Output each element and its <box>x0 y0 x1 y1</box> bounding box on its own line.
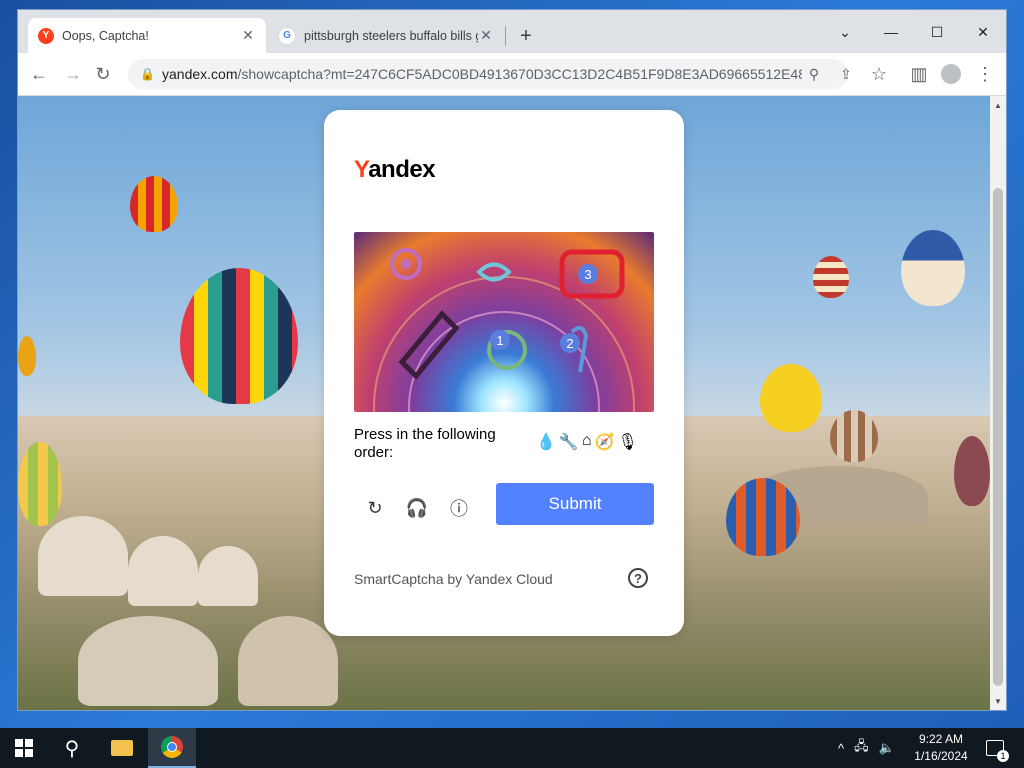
bookmark-star-icon[interactable]: ☆ <box>866 61 892 87</box>
captcha-marker-3: 3 <box>578 264 598 284</box>
clock[interactable]: 9:22 AM 1/16/2024 <box>906 731 976 765</box>
notification-count: 1 <box>997 750 1009 762</box>
windows-icon <box>15 739 33 757</box>
help-icon[interactable]: ? <box>628 568 648 588</box>
search-icon[interactable]: ⚲ <box>48 728 96 768</box>
balloon-image <box>954 436 990 506</box>
submit-button[interactable]: Submit <box>496 483 654 525</box>
new-tab-button[interactable]: + <box>514 24 538 48</box>
tab-separator <box>505 26 506 46</box>
minimize-button[interactable]: — <box>868 18 914 46</box>
scroll-down-icon[interactable]: ▼ <box>990 694 1006 708</box>
start-button[interactable] <box>0 728 48 768</box>
balloon-image <box>726 478 800 556</box>
ruler-shape-icon[interactable] <box>398 310 460 380</box>
refresh-icon[interactable]: ↻ <box>361 494 389 522</box>
footer-text: SmartCaptcha by Yandex Cloud <box>354 571 553 587</box>
chrome-taskbar-icon[interactable] <box>148 728 196 768</box>
address-bar[interactable]: 🔒 yandex.com/showcaptcha?mt=247C6CF5ADC0… <box>128 59 852 89</box>
wrench-icon: 🔧 <box>558 434 579 451</box>
page-background: Yandex 1 2 3 Press in the following orde… <box>18 96 990 710</box>
menu-icon[interactable]: ⋮ <box>972 61 998 87</box>
scroll-up-icon[interactable]: ▲ <box>990 98 1006 112</box>
captcha-card: Yandex 1 2 3 Press in the following orde… <box>324 110 684 636</box>
svg-text:1: 1 <box>496 333 503 348</box>
balloon-image <box>18 442 62 526</box>
eye-shape-icon[interactable] <box>390 248 422 280</box>
svg-text:2: 2 <box>566 336 573 351</box>
side-panel-icon[interactable]: ▥ <box>906 61 932 87</box>
captcha-marker-1: 1 <box>490 330 510 350</box>
balloon-image <box>180 268 298 404</box>
tab-title: Oops, Captcha! <box>62 28 149 43</box>
svg-text:3: 3 <box>584 267 591 282</box>
notification-icon[interactable]: 1 <box>980 728 1010 768</box>
yandex-logo: Yandex <box>354 156 436 183</box>
captcha-image[interactable]: 1 2 3 <box>354 232 654 412</box>
maximize-button[interactable]: ☐ <box>914 18 960 46</box>
instruction-text: Press in the following order: <box>354 426 496 461</box>
balloon-image <box>901 230 965 306</box>
network-icon[interactable]: 🖧 <box>854 737 869 759</box>
tab-search-icon[interactable]: ⌄ <box>822 18 868 46</box>
balloon-image <box>18 336 36 376</box>
audio-headphones-icon[interactable]: 🎧 <box>403 494 431 522</box>
balloon-image <box>830 410 878 462</box>
search-icon[interactable]: ⚲ <box>802 62 826 86</box>
url-text[interactable]: yandex.com/showcaptcha?mt=247C6CF5ADC0BD… <box>162 66 802 82</box>
file-explorer-icon[interactable] <box>98 728 146 768</box>
tab-google-search[interactable]: G pittsburgh steelers buffalo bills g ✕ <box>268 18 504 53</box>
chevron-up-icon[interactable]: ^ <box>838 741 844 756</box>
volume-icon[interactable]: 🔈 <box>879 740 895 756</box>
info-icon[interactable]: ⓘ <box>445 494 473 522</box>
tray-icons: ^ 🖧 🔈 <box>838 728 895 768</box>
close-tab-icon[interactable]: ✕ <box>478 27 494 44</box>
compass-icon: 🧭 <box>594 434 615 451</box>
order-icons: 💧 🔧 ⌂ 🧭 🎙 <box>536 432 638 452</box>
back-button[interactable]: ← <box>26 61 52 87</box>
lock-icon: 🔒 <box>140 67 155 81</box>
share-icon[interactable]: ⇪ <box>834 62 858 86</box>
home-icon: ⌂ <box>581 432 592 449</box>
taskbar: ⚲ ^ 🖧 🔈 9:22 AM 1/16/2024 1 <box>0 728 1024 768</box>
reload-button[interactable]: ↻ <box>90 61 116 87</box>
balloon-image <box>130 176 178 232</box>
scroll-thumb[interactable] <box>993 188 1003 686</box>
browser-toolbar: ← → ↻ 🔒 yandex.com/showcaptcha?mt=247C6C… <box>18 53 1006 96</box>
tab-title: pittsburgh steelers buffalo bills g <box>304 28 478 43</box>
forward-button[interactable]: → <box>60 61 86 87</box>
profile-icon[interactable] <box>938 61 964 87</box>
page-scrollbar[interactable]: ▲ ▼ <box>990 96 1006 710</box>
balloon-image <box>813 256 849 298</box>
tab-strip: Y Oops, Captcha! ✕ G pittsburgh steelers… <box>18 10 1006 53</box>
microphone-icon: 🎙 <box>617 434 638 451</box>
close-window-button[interactable]: ✕ <box>960 18 1006 46</box>
close-tab-icon[interactable]: ✕ <box>240 27 256 44</box>
captcha-marker-2: 2 <box>560 333 580 353</box>
balloon-image <box>760 364 822 432</box>
browser-window: Y Oops, Captcha! ✕ G pittsburgh steelers… <box>18 10 1006 710</box>
drop-icon: 💧 <box>536 434 556 451</box>
yandex-favicon-icon: Y <box>38 27 54 44</box>
google-favicon-icon: G <box>278 26 296 45</box>
tab-captcha[interactable]: Y Oops, Captcha! ✕ <box>28 18 266 53</box>
